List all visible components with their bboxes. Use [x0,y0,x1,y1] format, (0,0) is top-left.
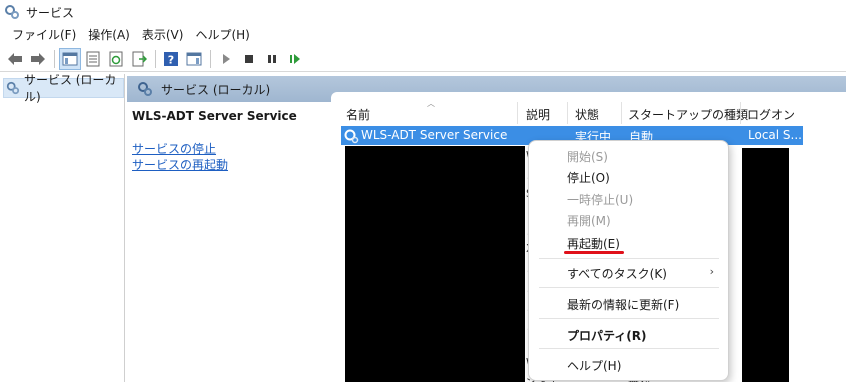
menu-item-restart[interactable]: 再起動(E) [567,235,620,252]
sort-ascending-icon: ︿ [427,99,435,108]
menu-bar: ファイル(F) 操作(A) 表示(V) ヘルプ(H) [0,24,846,46]
show-action-pane-button[interactable] [183,48,205,70]
menu-item-start[interactable]: 開始(S) [567,148,608,165]
properties-icon [86,51,100,66]
forward-icon [31,52,45,65]
toolbar-separator [54,49,55,68]
window-title: サービス [26,5,75,20]
show-action-pane-icon [186,52,202,65]
tree-item-services-local[interactable]: サービス (ローカル) [3,73,124,104]
forward-button[interactable] [27,48,49,70]
column-header-description[interactable]: 説明 [526,106,550,123]
menu-separator [539,287,719,288]
column-divider [740,102,741,124]
stop-service-link[interactable]: サービスの停止 [132,140,216,157]
redacted-area [345,146,525,382]
menu-item-refresh[interactable]: 最新の情報に更新(F) [567,296,679,313]
service-info-panel: WLS-ADT Server Service サービスの停止 サービスの再起動 [127,102,332,382]
content-header-label: サービス (ローカル) [161,82,271,97]
refresh-icon [109,51,123,66]
pause-service-button[interactable] [261,48,283,70]
refresh-button[interactable] [105,48,127,70]
column-header-name[interactable]: 名前 [346,106,370,123]
show-hide-tree-icon [62,52,78,65]
service-gear-icon [344,129,359,143]
service-row-name: WLS-ADT Server Service [361,128,508,142]
column-divider [567,102,568,124]
column-header-status[interactable]: 状態 [575,106,599,123]
pause-service-icon [268,54,276,63]
menu-item-pause[interactable]: 一時停止(U) [567,191,633,208]
restart-service-link[interactable]: サービスの再起動 [132,156,228,173]
start-service-icon [223,53,230,64]
services-gear-icon [6,81,20,95]
export-list-icon [132,51,147,66]
help-icon: ? [164,51,178,66]
start-service-button[interactable] [215,48,237,70]
menu-view[interactable]: 表示(V) [136,24,190,46]
menu-separator [539,258,719,259]
stop-service-button[interactable] [238,48,260,70]
selected-service-name: WLS-ADT Server Service [132,109,297,123]
resume-service-icon [290,53,300,64]
toolbar: ? [0,46,846,72]
show-hide-tree-button[interactable] [59,47,81,70]
menu-item-resume[interactable]: 再開(M) [567,212,611,229]
back-icon [8,52,22,65]
menu-item-all-tasks[interactable]: すべてのタスク(K) [567,265,667,282]
menu-item-properties[interactable]: プロパティ(R) [567,327,647,344]
restart-highlight-underline [564,251,624,254]
menu-help[interactable]: ヘルプ(H) [189,24,255,46]
properties-button[interactable] [82,48,104,70]
toolbar-separator [210,49,211,68]
tree-item-label: サービス (ローカル) [23,73,117,104]
menu-item-stop[interactable]: 停止(O) [567,169,610,186]
submenu-arrow-icon: › [709,265,714,278]
toolbar-separator [155,49,156,68]
title-bar: サービス [0,0,846,24]
context-menu: 開始(S) 停止(O) 一時停止(U) 再開(M) 再起動(E) すべてのタスク… [528,140,729,381]
menu-item-help[interactable]: ヘルプ(H) [567,357,621,374]
export-list-button[interactable] [128,48,150,70]
stop-service-icon [245,54,253,63]
services-gear-icon [138,82,152,96]
menu-separator [539,318,719,319]
back-button[interactable] [4,48,26,70]
menu-file[interactable]: ファイル(F) [6,24,82,46]
console-tree: サービス (ローカル) [0,73,125,382]
column-divider [621,102,622,124]
menu-separator [539,348,719,349]
service-row-logon: Local S... [748,128,802,142]
menu-action[interactable]: 操作(A) [82,24,136,46]
column-header-startup-type[interactable]: スタートアップの種類 [628,106,748,123]
redacted-area [742,148,789,382]
services-gear-icon [5,5,19,19]
column-divider [517,102,518,124]
column-header-logon[interactable]: ログオン [747,106,795,123]
svg-text:?: ? [168,53,174,66]
resume-service-button[interactable] [284,48,306,70]
help-button[interactable]: ? [160,48,182,70]
